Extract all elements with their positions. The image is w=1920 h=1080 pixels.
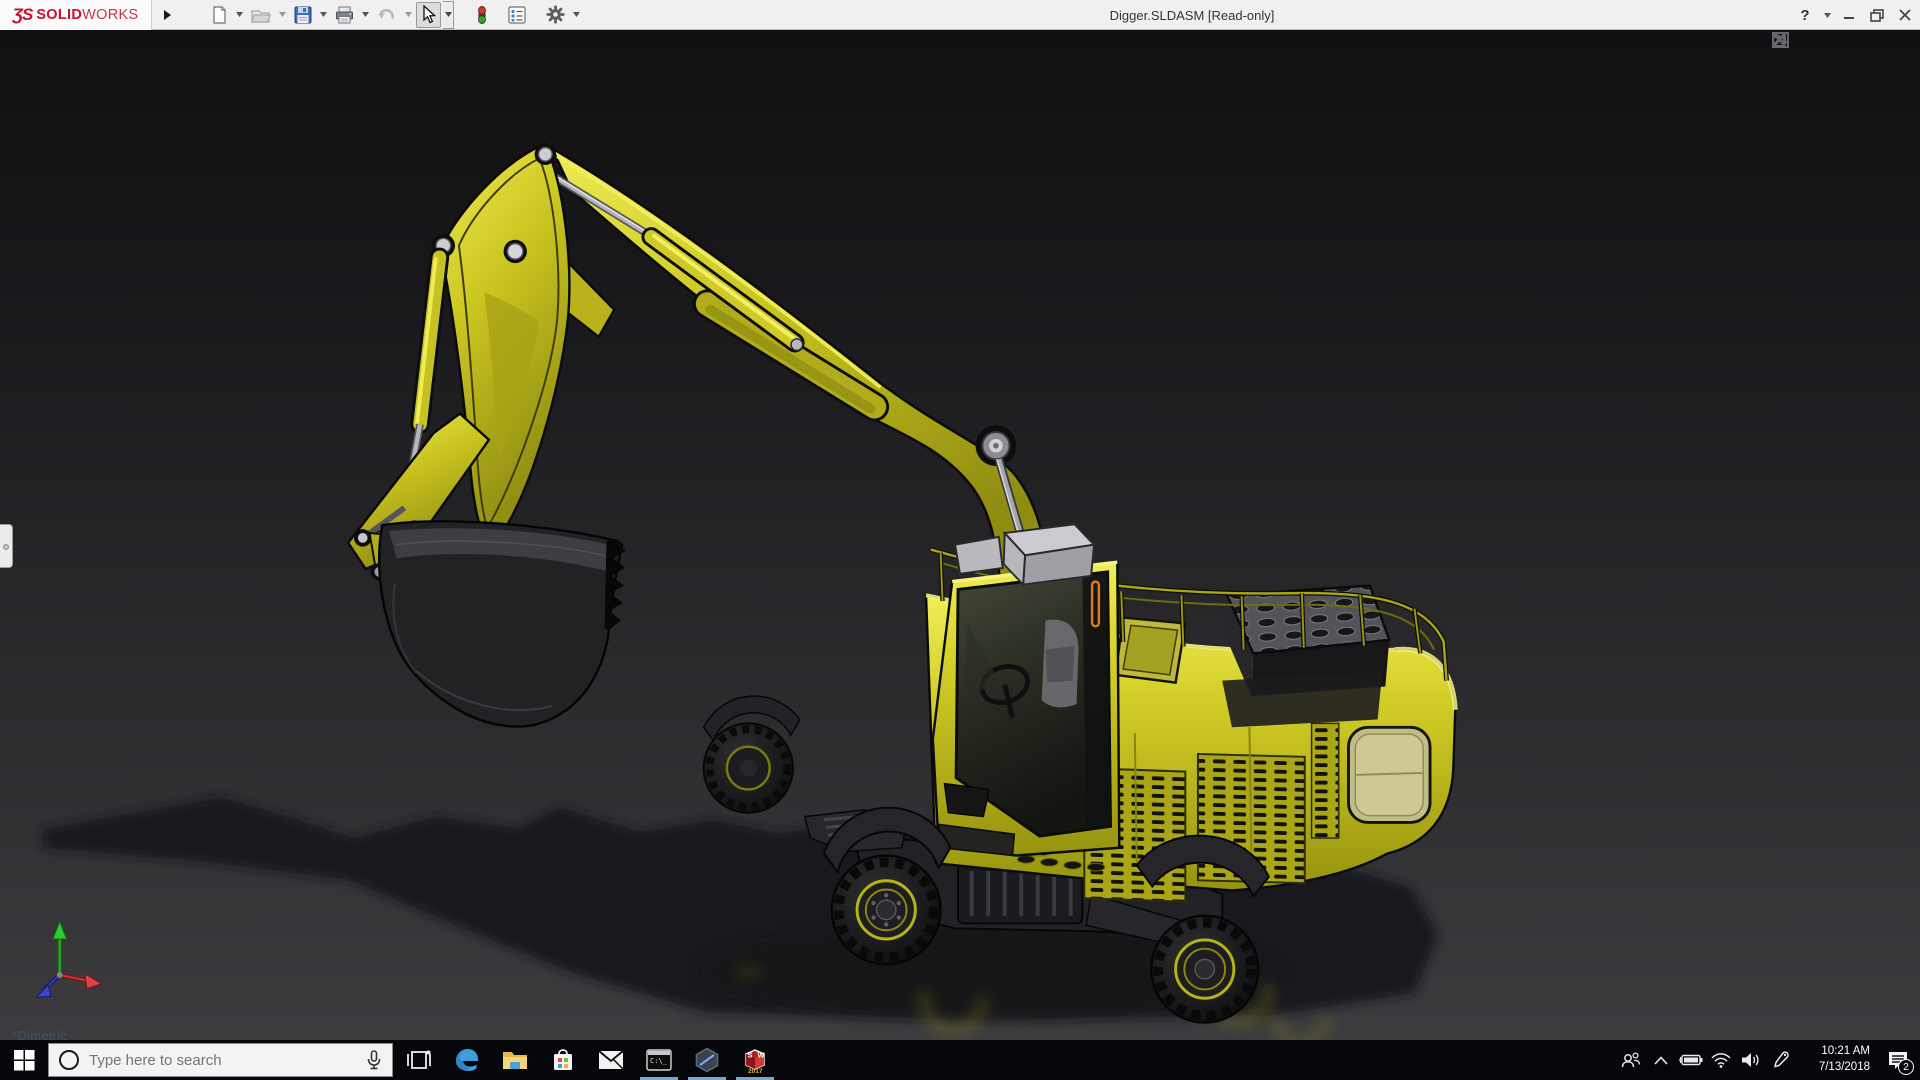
open-dropdown[interactable] xyxy=(277,2,288,28)
file-properties-button[interactable] xyxy=(504,2,530,28)
help-button[interactable]: ? xyxy=(1794,3,1816,27)
windows-taskbar: C:\_ S W 2017 xyxy=(0,1040,1920,1080)
svg-text:C:\_: C:\_ xyxy=(650,1057,668,1065)
front-left-wheel xyxy=(824,808,950,965)
rear-window xyxy=(1348,727,1430,822)
svg-text:W: W xyxy=(758,1051,766,1060)
select-tool-button[interactable] xyxy=(416,2,441,28)
store-icon xyxy=(551,1048,575,1072)
taskbar-clock[interactable]: 10:21 AM 7/13/2018 xyxy=(1804,1044,1870,1075)
taskbar-apps: C:\_ S W 2017 xyxy=(395,1040,779,1080)
save-icon xyxy=(294,6,312,24)
excavator-model xyxy=(0,30,1920,1040)
clock-date: 7/13/2018 xyxy=(1804,1060,1870,1076)
child-restore-button[interactable] xyxy=(1862,32,1882,52)
action-center-button[interactable]: 2 xyxy=(1876,1040,1920,1080)
undo-button[interactable] xyxy=(373,2,401,28)
engine-block xyxy=(1222,586,1389,728)
feature-manager-flyout-tab[interactable] xyxy=(0,524,13,568)
taskbar-search[interactable] xyxy=(48,1043,393,1077)
task-view-button[interactable] xyxy=(395,1040,443,1080)
mail-icon xyxy=(598,1050,624,1070)
orientation-triad xyxy=(36,922,101,998)
open-icon xyxy=(251,6,271,24)
options-gear-icon xyxy=(546,5,565,24)
titlebar: ƷS SOLIDWORKS xyxy=(0,0,1920,30)
menu-expand-icon[interactable] xyxy=(156,2,178,28)
start-button[interactable] xyxy=(0,1040,48,1080)
options-dropdown[interactable] xyxy=(571,2,582,28)
svg-text:2017: 2017 xyxy=(748,1068,763,1074)
print-dropdown[interactable] xyxy=(360,2,371,28)
volume-icon[interactable] xyxy=(1736,1040,1766,1080)
system-tray: 10:21 AM 7/13/2018 2 xyxy=(1616,1040,1920,1080)
child-close-button[interactable] xyxy=(1892,32,1912,52)
microphone-icon[interactable] xyxy=(366,1050,382,1070)
command-prompt-button[interactable]: C:\_ xyxy=(635,1040,683,1080)
undo-dropdown[interactable] xyxy=(403,2,414,28)
save-button[interactable] xyxy=(290,2,316,28)
solidworks-window: ƷS SOLIDWORKS xyxy=(0,0,1920,1080)
search-input[interactable] xyxy=(89,1052,356,1069)
help-dropdown[interactable] xyxy=(1822,3,1832,27)
cab-roof-unit xyxy=(955,524,1094,584)
hexagon-app-icon xyxy=(694,1047,720,1073)
clock-time: 10:21 AM xyxy=(1804,1044,1870,1060)
print-icon xyxy=(335,6,354,24)
open-button[interactable] xyxy=(247,2,275,28)
cortana-icon xyxy=(59,1050,79,1070)
rebuild-traffic-light-icon xyxy=(476,5,488,25)
document-window-controls xyxy=(1772,32,1912,52)
print-button[interactable] xyxy=(331,2,358,28)
restore-button[interactable] xyxy=(1866,3,1888,27)
new-document-icon xyxy=(210,6,228,24)
task-view-icon xyxy=(407,1049,431,1071)
new-document-button[interactable] xyxy=(206,2,232,28)
cab xyxy=(933,524,1119,855)
bucket xyxy=(379,521,626,726)
brand-mark: ƷS xyxy=(13,5,33,25)
select-cursor-icon xyxy=(420,5,437,24)
child-minimize-button[interactable] xyxy=(1832,32,1852,52)
bucket-teeth xyxy=(605,541,626,630)
mail-button[interactable] xyxy=(587,1040,635,1080)
wifi-icon[interactable] xyxy=(1706,1040,1736,1080)
standard-toolbar xyxy=(206,1,582,29)
solidworks-logo[interactable]: ƷS SOLIDWORKS xyxy=(0,0,152,30)
close-button[interactable] xyxy=(1894,3,1916,27)
new-document-dropdown[interactable] xyxy=(234,2,245,28)
brand-text: SOLIDWORKS xyxy=(36,7,138,23)
file-properties-icon xyxy=(508,6,526,24)
windows-ink-pen-icon[interactable] xyxy=(1766,1040,1796,1080)
save-dropdown[interactable] xyxy=(318,2,329,28)
boom-arm xyxy=(552,148,1049,598)
windows-logo-icon xyxy=(14,1050,35,1071)
hidden-icons-chevron[interactable] xyxy=(1646,1040,1676,1080)
rebuild-button[interactable] xyxy=(472,2,492,28)
svg-text:S: S xyxy=(748,1051,753,1060)
show-pane-right-icon[interactable] xyxy=(1802,32,1822,52)
notification-badge: 2 xyxy=(1898,1059,1914,1075)
window-controls: ? xyxy=(1794,0,1916,30)
people-icon[interactable] xyxy=(1616,1040,1646,1080)
undo-icon xyxy=(377,6,397,24)
graphics-area[interactable]: *Dimetric xyxy=(0,30,1920,1040)
file-explorer-icon xyxy=(502,1049,528,1071)
store-button[interactable] xyxy=(539,1040,587,1080)
cad-utility-button[interactable] xyxy=(683,1040,731,1080)
edge-button[interactable] xyxy=(443,1040,491,1080)
file-explorer-button[interactable] xyxy=(491,1040,539,1080)
solidworks-button[interactable]: S W 2017 xyxy=(731,1040,779,1080)
select-tool-dropdown[interactable] xyxy=(443,1,454,29)
edge-icon xyxy=(454,1047,480,1073)
command-prompt-icon: C:\_ xyxy=(646,1049,672,1071)
document-title: Digger.SLDASM [Read-only] xyxy=(1110,0,1275,30)
minimize-button[interactable] xyxy=(1838,3,1860,27)
battery-icon[interactable] xyxy=(1676,1040,1706,1080)
options-button[interactable] xyxy=(542,2,569,28)
solidworks-app-icon: S W 2017 xyxy=(741,1046,769,1074)
